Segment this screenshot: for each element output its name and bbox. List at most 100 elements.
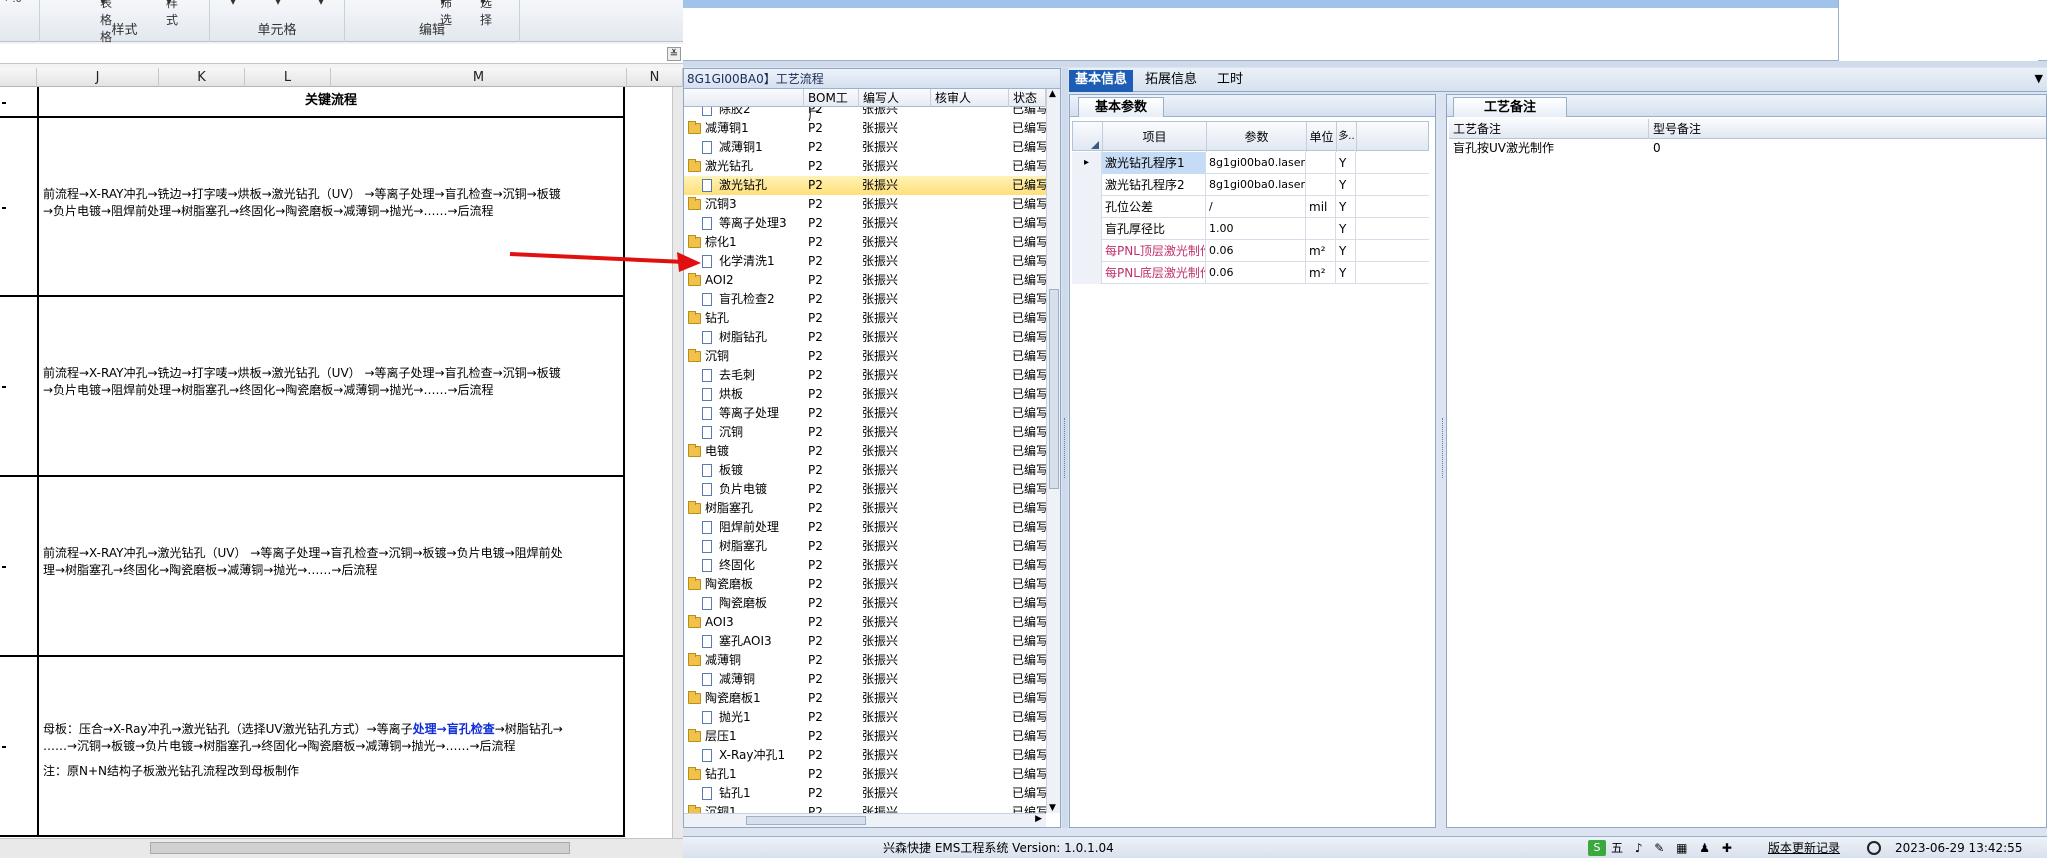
param-row[interactable]: 激光钻孔程序28g1gi00ba0.laser7-8 Y xyxy=(1072,174,1429,196)
top-grid[interactable] xyxy=(683,0,2047,61)
param-value-cell[interactable]: 8g1gi00ba0.laser7-8 xyxy=(1206,174,1306,196)
ime-toolbar[interactable]: 五 ♪ ✎ ▦ ♟ ✚ xyxy=(1611,837,1736,859)
format-dropdown-icon[interactable]: ▾ xyxy=(318,0,324,8)
tree-node[interactable]: 树脂塞孔 P2 张振兴 已编写 xyxy=(684,499,1046,518)
param-name-cell[interactable]: 激光钻孔程序1 xyxy=(1102,152,1206,174)
grid-col-flag[interactable]: 多.. xyxy=(1337,122,1357,152)
tree-horizontal-scrollbar[interactable]: ▶ xyxy=(684,813,1046,827)
tree-node[interactable]: 激光钻孔 P2 张振兴 已编写 xyxy=(684,157,1046,176)
tree-node[interactable]: 沉铜 P2 张振兴 已编写 xyxy=(684,423,1046,442)
scroll-thumb[interactable] xyxy=(1049,289,1059,489)
select-button[interactable]: 选择 ▾ xyxy=(480,0,492,27)
scroll-right-icon[interactable]: ▶ xyxy=(1035,814,1042,824)
tree-col-status[interactable]: 状态 xyxy=(1009,89,1046,107)
tree-node[interactable]: 化学清洗1 P2 张振兴 已编写 xyxy=(684,252,1046,271)
tree-node[interactable]: 陶瓷磨板 P2 张振兴 已编写 xyxy=(684,575,1046,594)
row-indicator[interactable] xyxy=(1072,218,1102,240)
changelog-link[interactable]: 版本更新记录 xyxy=(1768,837,1840,859)
param-name-cell[interactable]: 每PNL底层激光制作面积 xyxy=(1102,262,1206,284)
craft-remark-cell[interactable]: 盲孔按UV激光制作 xyxy=(1449,139,1554,157)
current-row-indicator-icon[interactable]: ▸ xyxy=(1072,152,1102,174)
column-header[interactable]: M xyxy=(331,68,627,87)
tree-node[interactable]: 钻孔1 P2 张振兴 已编写 xyxy=(684,784,1046,803)
param-value-cell[interactable]: 0.06 xyxy=(1206,262,1306,284)
param-flag-cell[interactable]: Y xyxy=(1336,174,1356,196)
grid-col-unit[interactable]: 单位 xyxy=(1307,122,1337,152)
column-header[interactable]: K xyxy=(159,68,245,87)
param-unit-cell[interactable]: m² xyxy=(1306,262,1336,284)
row-indicator[interactable] xyxy=(1072,240,1102,262)
param-flag-cell[interactable]: Y xyxy=(1336,152,1356,174)
tree-node[interactable]: AOI2 P2 张振兴 已编写 xyxy=(684,271,1046,290)
tree-col-factory[interactable]: BOM工厂 xyxy=(804,89,859,123)
param-name-cell[interactable]: 盲孔厚径比 xyxy=(1102,218,1206,240)
selected-row[interactable] xyxy=(683,0,1838,8)
param-row[interactable]: 孔位公差 / mil Y xyxy=(1072,196,1429,218)
param-unit-cell[interactable] xyxy=(1306,152,1336,174)
scroll-thumb[interactable] xyxy=(150,842,570,854)
row-indicator[interactable] xyxy=(1072,174,1102,196)
craft-model-remark-cell[interactable]: 0 xyxy=(1649,139,1661,157)
cell-style-button[interactable]: 样式 ▾ xyxy=(166,0,178,27)
excel-vertical-scrollbar[interactable] xyxy=(672,87,683,838)
tree-node[interactable]: 等离子处理 P2 张振兴 已编写 xyxy=(684,404,1046,423)
param-value-cell[interactable]: 1.00 xyxy=(1206,218,1306,240)
process-cell[interactable]: 前流程→X-RAY冲孔→铣边→打字唛→烘板→激光钻孔（UV） →等离子处理→盲孔… xyxy=(37,297,625,477)
param-flag-cell[interactable]: Y xyxy=(1336,262,1356,284)
table-format-button[interactable]: 表格格式 ▾ xyxy=(100,0,112,61)
tree-col-reviewer[interactable]: 核审人 xyxy=(931,89,1009,107)
craft-col-remark[interactable]: 工艺备注 xyxy=(1449,119,1649,139)
tree-col-author[interactable]: 编写人 xyxy=(859,89,931,107)
tree-node[interactable]: AOI3 P2 张振兴 已编写 xyxy=(684,613,1046,632)
tree-node[interactable]: 棕化1 P2 张振兴 已编写 xyxy=(684,233,1046,252)
tree-node[interactable]: 沉铜3 P2 张振兴 已编写 xyxy=(684,195,1046,214)
param-name-cell[interactable]: 孔位公差 xyxy=(1102,196,1206,218)
filter-button[interactable]: 筛选 ▾ xyxy=(440,0,452,27)
delete-dropdown-icon[interactable]: ▾ xyxy=(275,0,281,8)
tree-vertical-scrollbar[interactable]: ▲ ▼ xyxy=(1046,89,1060,813)
param-row[interactable]: 每PNL顶层激光制作面积0.06m²Y xyxy=(1072,240,1429,262)
tree-node[interactable]: 减薄铜1 P2 张振兴 已编写 xyxy=(684,119,1046,138)
tree-node[interactable]: 钻孔 P2 张振兴 已编写 xyxy=(684,309,1046,328)
column-header[interactable]: N xyxy=(627,68,683,87)
tree-node[interactable]: 减薄铜 P2 张振兴 已编写 xyxy=(684,670,1046,689)
tree-node[interactable]: 阻焊前处理 P2 张振兴 已编写 xyxy=(684,518,1046,537)
tree-node[interactable]: 钻孔1 P2 张振兴 已编写 xyxy=(684,765,1046,784)
grid-col-item[interactable]: 项目 xyxy=(1103,122,1207,152)
craft-row[interactable]: 盲孔按UV激光制作 0 xyxy=(1449,139,2046,157)
param-flag-cell[interactable]: Y xyxy=(1336,196,1356,218)
param-unit-cell[interactable] xyxy=(1306,218,1336,240)
horizontal-splitter[interactable] xyxy=(683,61,2047,67)
tree-node[interactable]: 减薄铜1 P2 张振兴 已编写 xyxy=(684,138,1046,157)
param-name-cell[interactable]: 激光钻孔程序2 xyxy=(1102,174,1206,196)
tree-node[interactable]: 减薄铜 P2 张振兴 已编写 xyxy=(684,651,1046,670)
param-row[interactable]: 盲孔厚径比 1.00 Y xyxy=(1072,218,1429,240)
param-flag-cell[interactable]: Y xyxy=(1336,218,1356,240)
tree-node[interactable]: 树脂钻孔 P2 张振兴 已编写 xyxy=(684,328,1046,347)
scroll-up-icon[interactable]: ▲ xyxy=(1049,89,1056,99)
vertical-splitter[interactable] xyxy=(1062,68,1068,828)
ime-icon[interactable]: S xyxy=(1588,840,1606,856)
row-indicator[interactable] xyxy=(1072,262,1102,284)
process-cell[interactable]: 前流程→X-RAY冲孔→激光钻孔（UV） →等离子处理→盲孔检查→沉铜→板镀→负… xyxy=(37,477,625,657)
param-unit-cell[interactable]: m² xyxy=(1306,240,1336,262)
tree-node[interactable]: 激光钻孔 P2 张振兴 已编写 xyxy=(684,176,1046,195)
tree-node[interactable]: 电镀 P2 张振兴 已编写 xyxy=(684,442,1046,461)
row-indicator[interactable] xyxy=(1072,196,1102,218)
expand-formula-bar-icon[interactable]: ≚ xyxy=(667,47,681,61)
tree-node[interactable]: 板镀 P2 张振兴 已编写 xyxy=(684,461,1046,480)
tab-basic-info[interactable]: 基本信息 xyxy=(1069,70,1134,92)
column-header[interactable]: J xyxy=(37,68,159,87)
param-name-cell[interactable]: 每PNL顶层激光制作面积 xyxy=(1102,240,1206,262)
param-row[interactable]: 每PNL底层激光制作面积0.06m²Y xyxy=(1072,262,1429,284)
tree-node[interactable]: 负片电镀 P2 张振兴 已编写 xyxy=(684,480,1046,499)
formula-bar[interactable]: ≚ xyxy=(0,44,683,64)
scroll-down-icon[interactable]: ▼ xyxy=(1049,803,1056,813)
column-header[interactable]: L xyxy=(245,68,331,87)
tree-node[interactable]: 树脂塞孔 P2 张振兴 已编写 xyxy=(684,537,1046,556)
tree-node[interactable]: 去毛刺 P2 张振兴 已编写 xyxy=(684,366,1046,385)
param-row[interactable]: ▸激光钻孔程序18g1gi00ba0.laser1-2 Y xyxy=(1072,152,1429,174)
param-flag-cell[interactable]: Y xyxy=(1336,240,1356,262)
tree-node[interactable]: 抛光1 P2 张振兴 已编写 xyxy=(684,708,1046,727)
tree-body[interactable]: 除胶2 P2 张振兴 已编写 减薄铜1 P2 张振兴 已编写 减薄铜1 P2 张振兴 已编写 激光钻孔 P… xyxy=(684,107,1046,813)
